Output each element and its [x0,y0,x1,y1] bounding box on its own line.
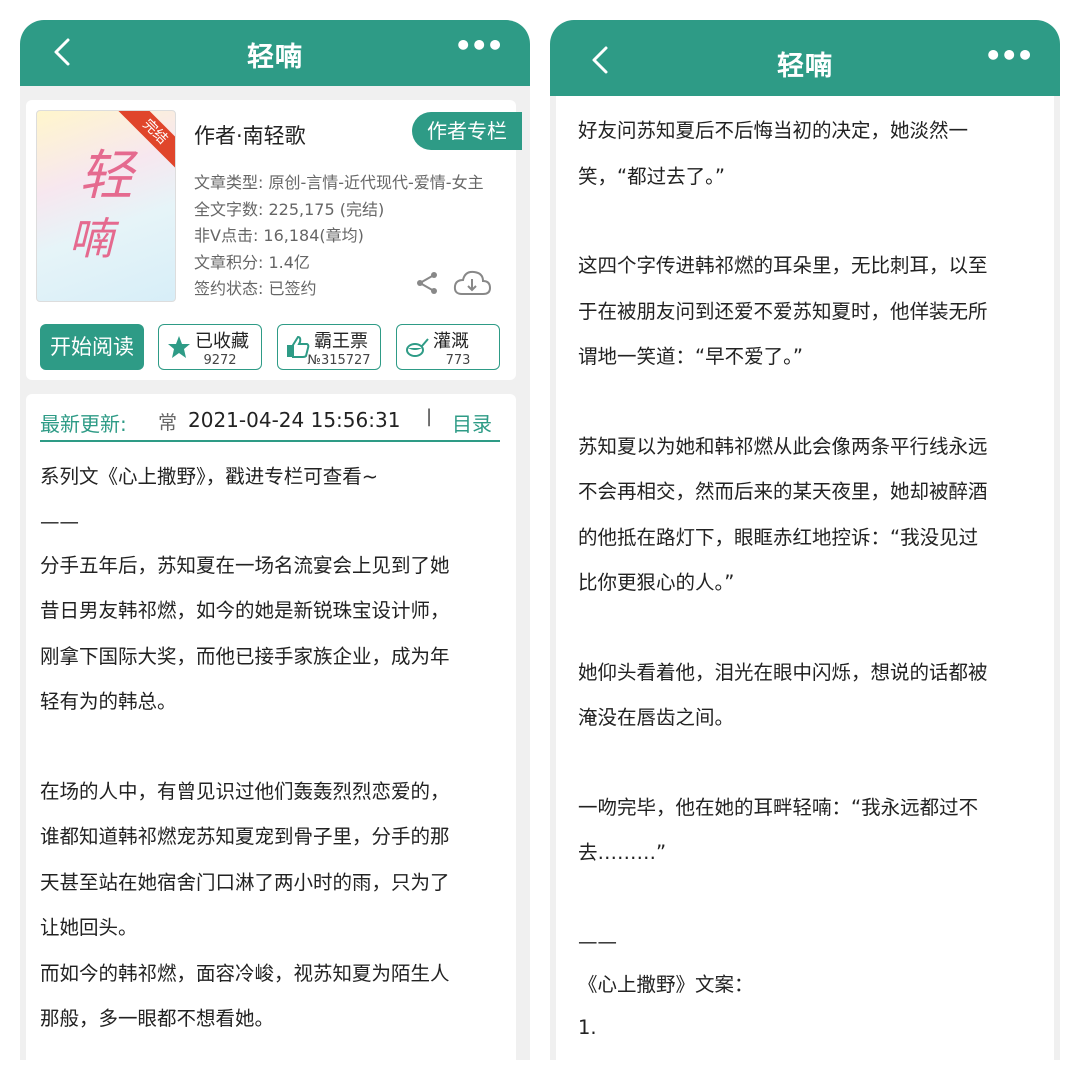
update-datetime: 2021-04-24 15:56:31 [188,408,401,432]
synopsis-line: 刚拿下国际大奖，而他已接手家族企业，成为年 [40,644,450,668]
synopsis-line: —— [578,929,617,953]
synopsis-line: 比你更狠心的人。” [578,571,735,594]
synopsis-line: 谓地一笑道：“早不爱了。” [578,345,803,368]
synopsis-gap [578,380,988,424]
more-dots-icon[interactable]: ••• [454,32,504,60]
intro-section: 最新更新: 常 2021-04-24 15:56:31 | 目录 系列文《心上撒… [26,394,516,1060]
synopsis-line: 去………” [578,841,667,864]
synopsis-gap [578,876,988,920]
meta-contract: 签约状态: 已签约 [194,279,317,298]
book-info-card: 轻 喃 完结 作者·南轻歌 作者专栏 文章类型: 原创-言情-近代现代-爱情-女… [26,100,522,380]
synopsis-line: 林瓷嫁给陆时温两年，夫妻同框次数寥寥无几， [578,1049,988,1061]
right-edge [1054,96,1060,1060]
synopsis-line: 的他抵在路灯下，眼眶赤红地控诉：“我没见过 [578,525,979,549]
synopsis-line: 在场的人中，有曾见识过他们轰轰烈烈恋爱的， [40,779,450,803]
book-cover[interactable]: 轻 喃 完结 [36,110,176,302]
synopsis-gap [40,725,450,769]
synopsis-line: 笑，“都过去了。” [578,164,725,188]
latest-update-label: 最新更新: [40,412,127,436]
meta-word-count: 全文字数: 225,175 (完结) [194,199,385,219]
book-meta: 文章类型: 原创-言情-近代现代-爱情-女主 全文字数: 225,175 (完结… [194,170,484,303]
ticket-label: 霸王票 [314,331,368,352]
meta-clicks: 非Ⅴ点击: 16,184(章均) [194,226,364,245]
synopsis-text: 好友问苏知夏后不后悔当初的决定，她淡然一 笑，“都过去了。” 这四个字传进韩祁燃… [578,108,988,1060]
synopsis-line: 《心上撒野》文案： [578,972,754,996]
more-dots-icon[interactable]: ••• [984,42,1034,70]
synopsis-line: 系列文《心上撒野》，戳进专栏可查看~ [40,465,379,488]
synopsis-line: 1. [578,1015,597,1039]
share-icon[interactable] [414,270,440,296]
meta-score: 文章积分: 1.4亿 [194,252,310,272]
divider: | [426,406,433,427]
synopsis-gap [578,741,988,785]
author-name: 作者·南轻歌 [194,124,306,148]
cloud-download-icon[interactable] [452,268,492,298]
synopsis-line: 昔日男友韩祁燃，如今的她是新锐珠宝设计师， [40,599,450,622]
start-reading-button[interactable]: 开始阅读 [40,324,144,370]
synopsis-line: 分手五年后，苏知夏在一场名流宴会上见到了她 [40,553,450,577]
favorite-count: 9272 [203,353,237,368]
favorite-button[interactable]: 已收藏 9272 [158,324,262,370]
synopsis-line: 苏知夏以为她和韩祁燃从此会像两条平行线永远 [578,434,988,458]
book-detail-screen: 轻喃 ••• 轻 喃 完结 作者·南轻歌 作者专栏 文章类型: 原创-言情-近代… [20,20,530,1060]
synopsis-line: 这四个字传进韩祁燃的耳朵里，无比刺耳，以至 [578,254,988,277]
left-edge [550,96,556,1060]
synopsis-line: 而如今的韩祁燃，面容冷峻，视苏知夏为陌生人 [40,961,450,985]
favorite-label: 已收藏 [195,331,249,352]
synopsis-line: 天甚至站在她宿舍门口淋了两小时的雨，只为了 [40,870,450,894]
synopsis-line: 于在被朋友问到还爱不爱苏知夏时，他佯装无所 [578,299,988,323]
irrigate-button[interactable]: 灌溉 773 [396,324,500,370]
author-column-button[interactable]: 作者专栏 [412,112,522,150]
toc-link[interactable]: 目录 [452,408,492,437]
book-synopsis: 系列文《心上撒野》，戳进专栏可查看~ —— 分手五年后，苏知夏在一场名流宴会上见… [40,454,450,1042]
synopsis-gap [578,199,988,243]
cover-char-2: 喃 [69,214,113,265]
synopsis-gap [578,606,988,650]
irrigate-count: 773 [445,353,471,368]
synopsis-line: 那般，多一眼都不想看她。 [40,1007,275,1030]
synopsis-line: 谁都知道韩祁燃宠苏知夏宠到骨子里，分手的那 [40,825,450,848]
synopsis-line: 轻有为的韩总。 [40,690,177,713]
latest-update-row: 最新更新: 常 2021-04-24 15:56:31 | 目录 [40,402,500,442]
top-bar: 轻喃 ••• [550,20,1060,96]
synopsis-line: 不会再相交，然而后来的某天夜里，她却被醉酒 [578,480,988,503]
irrigate-label: 灌溉 [433,331,469,352]
update-mark: 常 [158,412,178,434]
meta-genre: 文章类型: 原创-言情-近代现代-爱情-女主 [194,173,484,192]
synopsis-line: 淹没在唇齿之间。 [578,706,735,729]
ticket-count: №315727 [307,353,371,368]
top-bar: 轻喃 ••• [20,20,530,86]
synopsis-line: 一吻完毕，他在她的耳畔轻喃：“我永远都过不 [578,795,979,819]
synopsis-line: —— [40,509,79,533]
synopsis-line: 她仰头看着他，泪光在眼中闪烁，想说的话都被 [578,660,988,684]
synopsis-continued-screen: 轻喃 ••• 好友问苏知夏后不后悔当初的决定，她淡然一 笑，“都过去了。” 这四… [550,20,1060,1060]
synopsis-line: 让她回头。 [40,916,138,939]
synopsis-line: 好友问苏知夏后不后悔当初的决定，她淡然一 [578,119,969,142]
cover-char-1: 轻 [79,144,133,207]
ticket-button[interactable]: 霸王票 №315727 [277,324,381,370]
